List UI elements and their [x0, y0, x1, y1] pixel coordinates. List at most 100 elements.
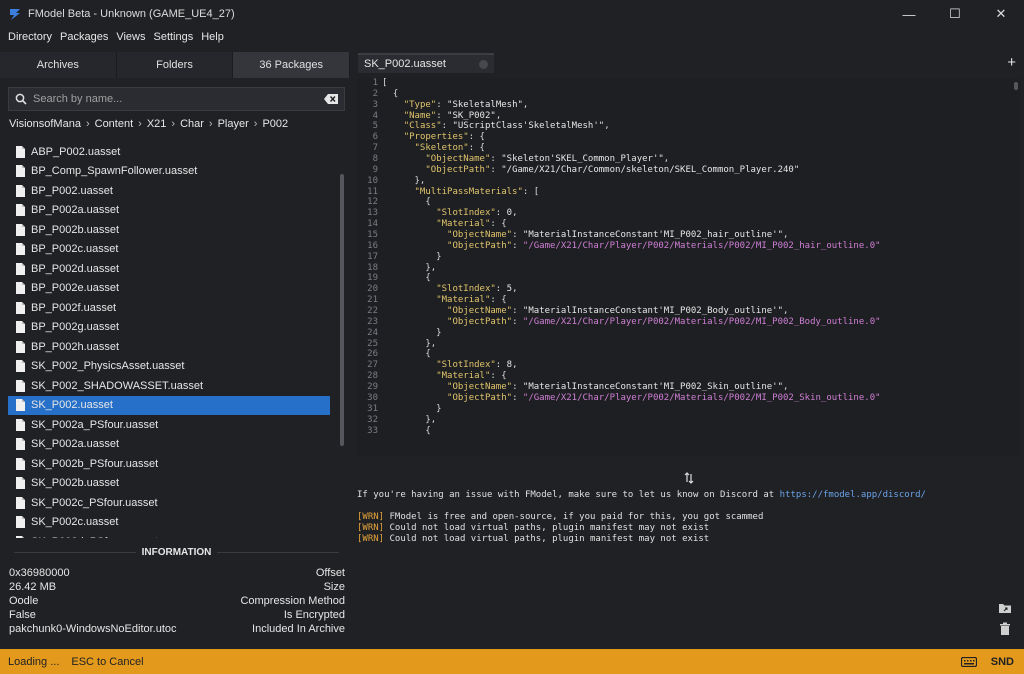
chevron-right-icon: › [85, 118, 90, 130]
file-name: BP_P002.uasset [31, 184, 113, 197]
code-token: : [490, 164, 502, 175]
keyboard-icon[interactable] [960, 656, 977, 667]
tab-archives[interactable]: Archives [0, 52, 117, 78]
swap-icon[interactable] [683, 472, 695, 484]
menu-packages[interactable]: Packages [56, 31, 112, 43]
list-item[interactable]: BP_P002e.uasset [0, 279, 340, 299]
code-token: "Material" [436, 295, 491, 306]
list-item[interactable]: SK_P002_PhysicsAsset.uasset [0, 357, 340, 377]
close-tab-icon[interactable] [479, 60, 488, 69]
file-name: SK_P002a.uasset [31, 438, 120, 451]
line-number: 21 [367, 295, 378, 306]
list-item[interactable]: SK_P002.uasset [8, 395, 330, 415]
list-item[interactable]: BP_P002h.uasset [0, 337, 340, 357]
code-line: "Properties": { [382, 132, 881, 143]
line-number: 19 [367, 273, 378, 284]
folder-icon[interactable] [998, 601, 1012, 615]
menu-views[interactable]: Views [112, 31, 149, 43]
code-line: "MultiPassMaterials": [ [382, 187, 881, 198]
warning-tag: [WRN] [357, 534, 385, 544]
code-token: , [522, 99, 529, 110]
editor-scrollbar[interactable] [1014, 82, 1018, 90]
list-item[interactable]: SK_P002a_PSfour.uasset [0, 415, 340, 435]
code-token: { [382, 349, 431, 360]
code-token: "/Game/X21/Char/Common/skeleton/SKEL_Com… [501, 164, 800, 175]
tab-document[interactable]: SK_P002.uasset [358, 53, 494, 73]
line-number: 24 [367, 327, 378, 338]
code-line: }, [382, 176, 881, 187]
package-list-scrollbar[interactable] [340, 174, 344, 446]
breadcrumb-item[interactable]: P002 [262, 118, 288, 130]
discord-link[interactable]: https://fmodel.app/discord/ [780, 490, 926, 500]
code-content[interactable]: [ { "Type": "SkeletalMesh", "Name": "SK_… [382, 78, 881, 436]
code-token: "MaterialInstanceConstant'MI_P002_Skin_o… [522, 382, 783, 393]
close-button[interactable]: ✕ [978, 0, 1024, 28]
search-box [8, 87, 345, 111]
list-item[interactable]: SK_P002b_PSfour.uasset [0, 454, 340, 474]
explorer-tabs: Archives Folders 36 Packages [0, 52, 351, 78]
minimize-button[interactable]: — [886, 0, 932, 28]
line-number: 20 [367, 284, 378, 295]
tab-folders[interactable]: Folders [116, 52, 234, 78]
log-console[interactable]: If you're having an issue with FModel, m… [357, 487, 987, 647]
clear-icon[interactable] [324, 94, 338, 104]
line-number: 13 [367, 208, 378, 219]
list-item[interactable]: SK_P002b.uasset [0, 474, 340, 494]
list-item[interactable]: BP_P002g.uasset [0, 318, 340, 338]
document-tabs: SK_P002.uasset + [355, 52, 1024, 74]
list-item[interactable]: BP_P002f.uasset [0, 298, 340, 318]
file-icon [16, 379, 25, 392]
breadcrumb-item[interactable]: Char [180, 118, 204, 130]
list-item[interactable]: BP_P002d.uasset [0, 259, 340, 279]
trash-icon[interactable] [998, 622, 1012, 636]
list-item[interactable]: BP_P002b.uasset [0, 220, 340, 240]
code-token: "ObjectName" [447, 306, 513, 317]
list-item[interactable]: SK_P002c_PSfour.uasset [0, 493, 340, 513]
warning-tag: [WRN] [357, 523, 385, 533]
add-tab-button[interactable]: + [1007, 54, 1016, 71]
breadcrumb-item[interactable]: X21 [147, 118, 167, 130]
file-icon [16, 360, 25, 373]
list-item[interactable]: SK_P002d_PSfour.uasset [0, 532, 340, 538]
code-token: : { [468, 143, 485, 154]
search-input[interactable] [33, 93, 324, 105]
line-number: 14 [367, 219, 378, 230]
line-numbers: 1 2 3 4 5 6 7 8 9 10 11 12 13 14 15 16 17 18 19 20 21 22 23 24 2… [357, 78, 378, 436]
list-item[interactable]: BP_Comp_SpawnFollower.uasset [0, 162, 340, 182]
list-item[interactable]: ABP_P002.uasset [0, 142, 340, 162]
panel-splitter[interactable] [357, 470, 1020, 486]
menu-help[interactable]: Help [197, 31, 228, 43]
code-line: } [382, 328, 881, 339]
list-item[interactable]: SK_P002c.uasset [0, 513, 340, 533]
list-item[interactable]: SK_P002_SHADOWASSET.uasset [0, 376, 340, 396]
code-token: "Material" [436, 371, 491, 382]
menu-directory[interactable]: Directory [4, 31, 56, 43]
code-token: "SkeletalMesh" [447, 99, 523, 110]
window-title: FModel Beta - Unknown (GAME_UE4_27) [28, 8, 235, 20]
tab-packages[interactable]: 36 Packages [233, 52, 351, 78]
breadcrumb-item[interactable]: VisionsofMana [9, 118, 81, 130]
file-name: BP_P002d.uasset [31, 262, 120, 275]
file-icon [16, 204, 25, 217]
maximize-button[interactable]: ☐ [932, 0, 978, 28]
code-token: "ObjectPath" [447, 240, 513, 251]
code-token: , [512, 208, 518, 219]
sound-label[interactable]: SND [991, 656, 1014, 668]
menu-settings[interactable]: Settings [149, 31, 197, 43]
list-item[interactable]: BP_P002.uasset [0, 181, 340, 201]
line-number: 3 [372, 99, 378, 110]
line-number: 30 [367, 392, 378, 403]
code-token: } [382, 327, 442, 338]
breadcrumb-item[interactable]: Player [218, 118, 249, 130]
list-item[interactable]: BP_P002a.uasset [0, 201, 340, 221]
list-item[interactable]: BP_P002c.uasset [0, 240, 340, 260]
code-line: { [382, 197, 881, 208]
json-editor[interactable]: 1 2 3 4 5 6 7 8 9 10 11 12 13 14 15 16 17 18 19 20 21 22 23 24 2… [357, 78, 1020, 456]
breadcrumb-item[interactable]: Content [95, 118, 134, 130]
code-token: "UScriptClass'SkeletalMesh'" [452, 121, 605, 132]
list-item[interactable]: SK_P002a.uasset [0, 435, 340, 455]
status-right: SND [960, 656, 1014, 668]
explorer-panel: Archives Folders 36 Packages VisionsofMa… [0, 52, 351, 649]
